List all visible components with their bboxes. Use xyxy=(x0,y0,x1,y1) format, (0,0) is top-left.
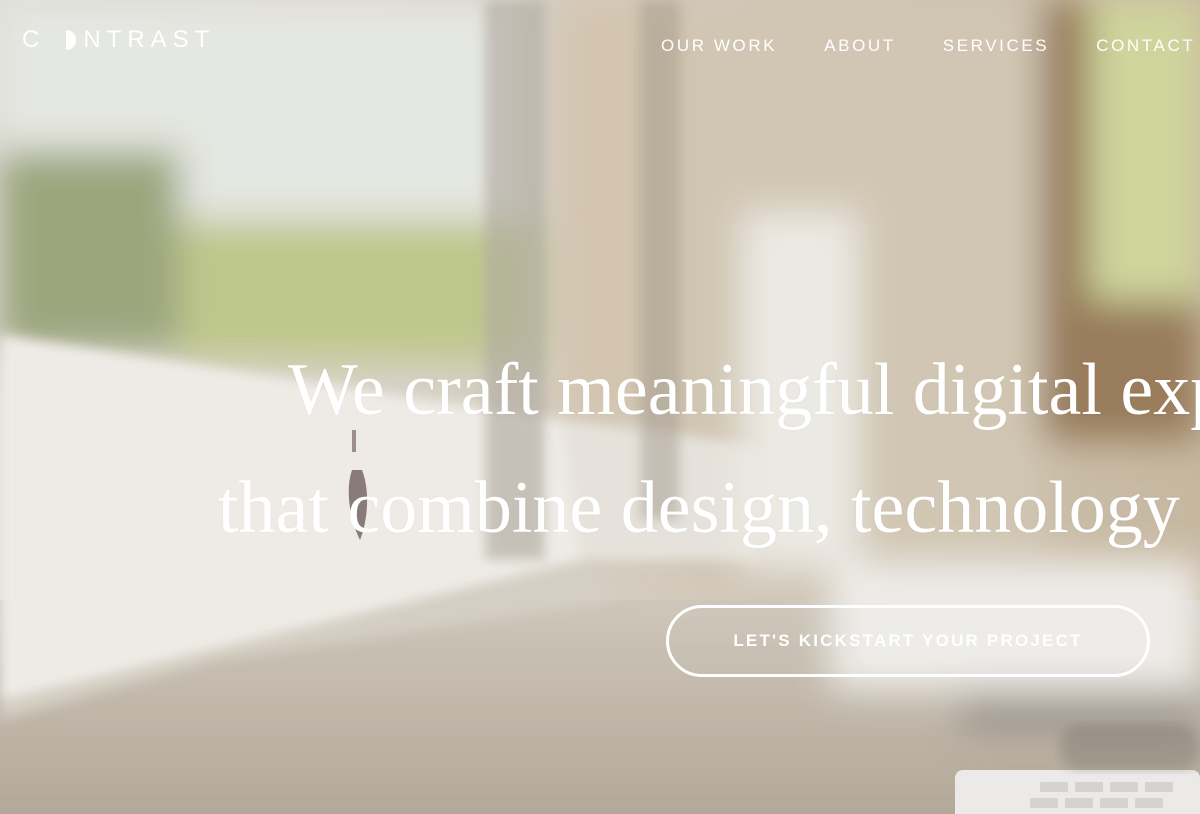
kickstart-project-button[interactable]: LET'S KICKSTART YOUR PROJECT xyxy=(666,605,1150,677)
nav-item-about[interactable]: ABOUT xyxy=(824,34,896,58)
nav-item-our-work[interactable]: OUR WORK xyxy=(661,34,777,58)
logo-letter-c: C xyxy=(22,26,46,53)
headline-line-1: We craft meaningful digital experiences xyxy=(288,349,1200,431)
main-nav: OUR WORK ABOUT SERVICES CONTACT xyxy=(661,34,1200,58)
half-moon-o-icon xyxy=(66,30,77,50)
nav-item-services[interactable]: SERVICES xyxy=(943,34,1049,58)
hero-headline: We craft meaningful digital experiences … xyxy=(0,330,1200,550)
nav-item-contact[interactable]: CONTACT xyxy=(1096,34,1195,58)
brand-logo[interactable]: C NTRAST xyxy=(22,26,215,54)
hero-section: C NTRAST OUR WORK ABOUT SERVICES CONTACT… xyxy=(0,0,1200,814)
headline-line-2: that combine design, technology xyxy=(218,467,1180,549)
logo-letters: NTRAST xyxy=(83,26,216,53)
